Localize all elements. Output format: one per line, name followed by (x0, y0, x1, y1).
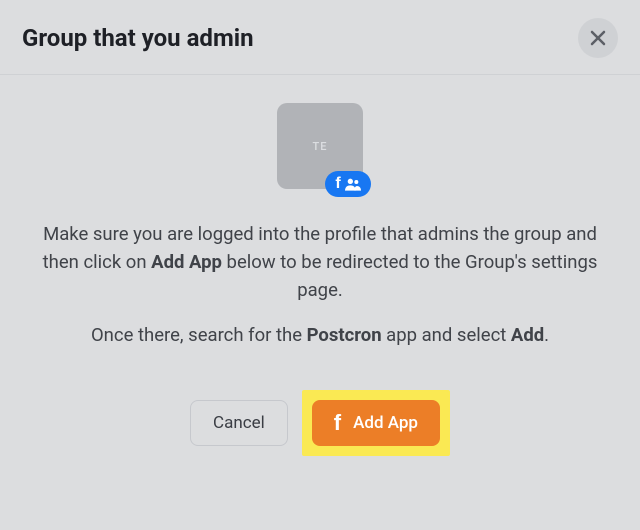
group-avatar-label: TE (313, 140, 328, 153)
text-bold: Add (511, 324, 544, 346)
modal-title: Group that you admin (22, 24, 254, 52)
modal-dialog: Group that you admin TE f Make sure yo (0, 0, 640, 530)
text-segment: app and select (382, 324, 511, 346)
add-app-button-label: Add App (353, 413, 418, 433)
highlight-annotation: f Add App (302, 390, 450, 456)
text-segment: below to be redirected to the Group's se… (222, 251, 597, 301)
instruction-text-1: Make sure you are logged into the profil… (40, 221, 600, 304)
group-icon (345, 177, 361, 191)
facebook-group-badge: f (325, 171, 371, 197)
modal-header: Group that you admin (0, 0, 640, 75)
close-button[interactable] (578, 18, 618, 58)
cancel-button-label: Cancel (213, 413, 265, 433)
button-row: Cancel f Add App (190, 390, 450, 456)
text-segment: . (544, 324, 549, 346)
close-icon (588, 28, 608, 48)
group-avatar: TE f (277, 103, 363, 189)
text-segment: Once there, search for the (91, 324, 307, 346)
modal-body: TE f Make sure you are logged into the p… (0, 75, 640, 530)
add-app-button[interactable]: f Add App (312, 400, 440, 446)
facebook-icon: f (334, 412, 341, 434)
instruction-text-2: Once there, search for the Postcron app … (91, 322, 549, 350)
cancel-button[interactable]: Cancel (190, 400, 288, 446)
facebook-icon: f (335, 175, 340, 193)
text-bold: Postcron (307, 324, 382, 346)
text-bold: Add App (151, 251, 222, 273)
